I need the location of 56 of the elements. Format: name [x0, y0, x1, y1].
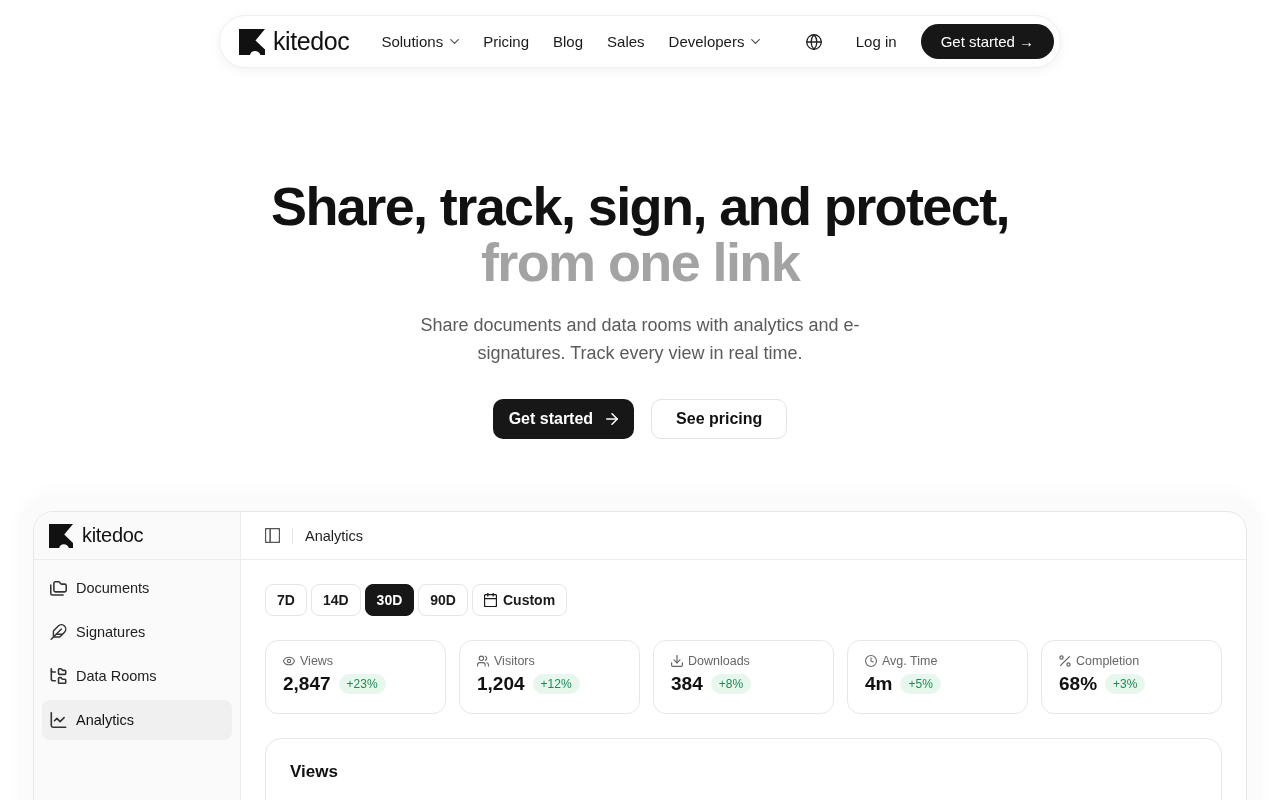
see-pricing-button[interactable]: See pricing — [651, 399, 788, 439]
change-badge: +8% — [710, 674, 752, 694]
change-badge: +5% — [900, 674, 941, 694]
globe-icon[interactable] — [805, 33, 822, 50]
page-title: Analytics — [305, 527, 364, 544]
eye-icon — [283, 655, 295, 667]
calendar-icon — [483, 593, 497, 607]
stat-value: 68% — [1059, 673, 1098, 695]
nav-link[interactable]: Blog — [553, 33, 584, 50]
nav-link[interactable]: Solutions — [381, 33, 460, 50]
login-link[interactable]: Log in — [855, 33, 897, 50]
get-started-button[interactable]: Get started → — [920, 24, 1054, 59]
download-icon — [671, 655, 683, 667]
feather-icon — [50, 624, 67, 640]
hero-subtitle: Share documents and data rooms with analytics and e-signatures. Track every view in real time. — [419, 314, 861, 365]
stat-label: Completion — [1076, 654, 1140, 668]
logo-icon — [239, 28, 265, 55]
sidebar-item[interactable]: Analytics — [42, 700, 232, 740]
logo-icon — [49, 523, 73, 548]
percent-icon — [1059, 655, 1071, 667]
sidebar-toggle-icon[interactable] — [265, 528, 280, 543]
stat-label: Views — [300, 654, 334, 668]
hero-title: Share, track, sign, and protect, — [271, 178, 1009, 234]
folder-tree-icon — [50, 668, 67, 684]
clock-icon — [865, 655, 877, 667]
stat-value: 384 — [671, 673, 703, 695]
sidebar-item[interactable]: Data Rooms — [42, 656, 232, 696]
nav-link[interactable]: Developers — [668, 33, 761, 50]
nav-link[interactable]: Sales — [607, 33, 645, 50]
sidebar-item[interactable]: Signatures — [42, 612, 232, 652]
logo-wordmark[interactable]: kitedoc — [273, 29, 350, 54]
date-range-button[interactable]: 7D — [265, 584, 307, 616]
line-chart-icon — [50, 712, 67, 728]
date-range-button[interactable]: 14D — [310, 584, 361, 616]
users-icon — [477, 655, 489, 667]
chart-title: Views — [290, 762, 338, 781]
stat-label: Downloads — [688, 654, 750, 668]
chevron-down-icon — [751, 39, 761, 44]
stat-value: 2,847 — [283, 673, 331, 695]
date-range-button[interactable]: Custom — [471, 584, 568, 616]
chevron-down-icon — [450, 39, 460, 44]
stat-value: 1,204 — [477, 673, 525, 695]
folders-icon — [50, 580, 67, 596]
get-started-button[interactable]: Get started — [492, 399, 635, 439]
date-range-button[interactable]: 30D — [364, 584, 415, 616]
sidebar-item[interactable]: Documents — [42, 568, 232, 608]
stat-value: 4m — [865, 673, 893, 695]
change-badge: +23% — [338, 674, 386, 694]
sidebar-logo-wordmark: kitedoc — [82, 524, 144, 547]
stat-label: Avg. Time — [882, 654, 938, 668]
date-range-button[interactable]: 90D — [418, 584, 468, 616]
stat-label: Visitors — [494, 654, 535, 668]
nav-link[interactable]: Pricing — [483, 33, 529, 50]
change-badge: +3% — [1105, 674, 1146, 694]
arrow-right-icon — [606, 413, 619, 425]
change-badge: +12% — [532, 674, 580, 694]
